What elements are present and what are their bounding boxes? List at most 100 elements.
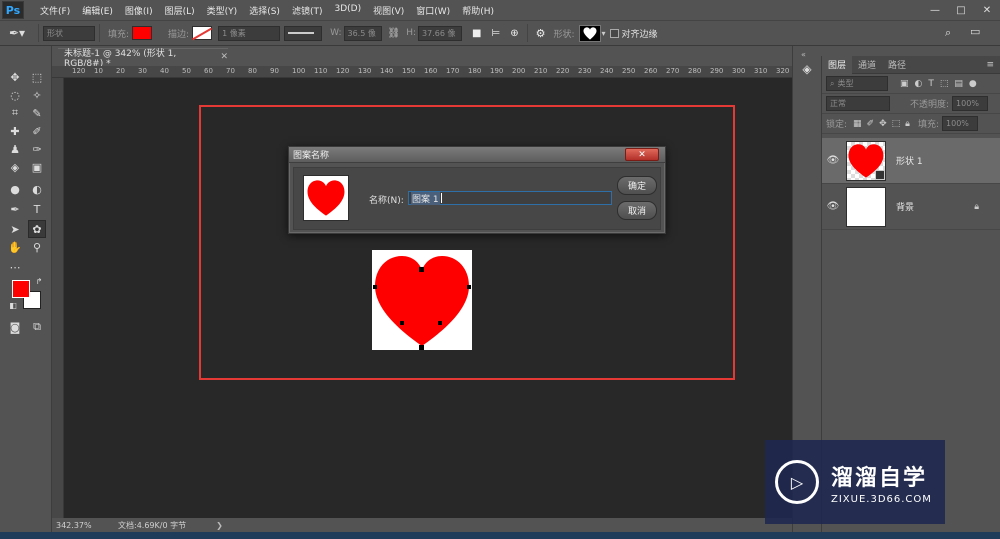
foreground-color-swatch[interactable]	[12, 280, 30, 298]
status-menu-arrow-icon[interactable]: ❯	[216, 521, 223, 530]
tab-channels[interactable]: 通道	[852, 56, 882, 74]
ruler-tick-label: 50	[182, 67, 191, 75]
menu-window[interactable]: 窗口(W)	[410, 4, 456, 17]
menu-3d[interactable]: 3D(D)	[328, 4, 367, 17]
filter-adjustment-icon[interactable]: ◐	[915, 79, 923, 89]
maximize-button[interactable]: □	[948, 5, 974, 16]
link-dimensions-icon[interactable]: ⛓	[388, 28, 401, 39]
path-selection-tool-icon[interactable]: ➤	[6, 220, 24, 238]
gear-icon[interactable]: ⚙	[536, 27, 546, 40]
hand-tool-icon[interactable]: ✋	[6, 238, 24, 256]
width-value: 36.5 像	[347, 28, 376, 38]
ruler-tick-label: 220	[556, 67, 570, 75]
marquee-tool-icon[interactable]: ⬚	[28, 68, 46, 86]
type-tool-icon[interactable]: T	[28, 200, 46, 218]
path-alignment-icon[interactable]: ⊨	[491, 28, 500, 39]
move-tool-icon[interactable]: ✥	[6, 68, 24, 86]
lasso-tool-icon[interactable]: ◌	[6, 86, 24, 104]
dialog-close-button[interactable]: ✕	[625, 148, 659, 161]
collapse-panels-icon[interactable]: «	[801, 50, 806, 59]
menu-view[interactable]: 视图(V)	[367, 4, 410, 17]
swap-colors-icon[interactable]: ↱	[34, 276, 44, 286]
close-window-button[interactable]: ✕	[974, 5, 1000, 16]
menu-type[interactable]: 类型(Y)	[201, 4, 244, 17]
lock-position-icon[interactable]: ✥	[879, 119, 887, 129]
horizontal-ruler[interactable]: 120 10 20 30 40 50 60 70 80 90 100 110 120 130 140 150 1…	[52, 66, 792, 78]
zoom-level[interactable]: 342.37%	[56, 521, 108, 530]
magic-wand-tool-icon[interactable]: ✧	[28, 86, 46, 104]
filter-type-icon[interactable]: T	[928, 79, 934, 89]
stroke-size-field[interactable]: 1 像素	[218, 25, 281, 41]
document-tab[interactable]: 未标题-1 @ 342% (形状 1, RGB/8#) * ✕	[58, 48, 228, 69]
menu-layer[interactable]: 图层(L)	[159, 4, 201, 17]
height-field[interactable]: 37.66 像	[418, 25, 463, 41]
healing-brush-tool-icon[interactable]: ✚	[6, 122, 24, 140]
zoom-tool-icon[interactable]: ⚲	[28, 238, 46, 256]
document-canvas[interactable]	[372, 250, 472, 350]
screen-mode-icon[interactable]: ⧉	[28, 318, 46, 336]
layer-row[interactable]: 👁︎ 形状 1	[822, 138, 1000, 184]
workspace-switcher-icon[interactable]: ▭	[970, 25, 980, 38]
menu-filter[interactable]: 滤镜(T)	[286, 4, 329, 17]
minimize-button[interactable]: —	[922, 5, 948, 16]
visibility-eye-icon[interactable]: 👁︎	[822, 201, 844, 212]
filter-toggle-icon[interactable]: ●	[969, 79, 977, 89]
blend-mode-select[interactable]: 正常	[826, 96, 890, 111]
stroke-color-swatch[interactable]	[192, 26, 213, 41]
layer-row[interactable]: 👁︎ 背景 🔒︎	[822, 184, 1000, 230]
menu-help[interactable]: 帮助(H)	[456, 4, 500, 17]
blur-tool-icon[interactable]: ●	[6, 180, 24, 198]
lock-artboard-icon[interactable]: ⬚	[892, 119, 901, 129]
eyedropper-tool-icon[interactable]: ✎	[28, 104, 46, 122]
menu-image[interactable]: 图像(I)	[119, 4, 159, 17]
path-operations-icon[interactable]: ■	[472, 28, 481, 39]
tab-layers[interactable]: 图层	[822, 55, 853, 74]
align-edges-checkbox[interactable]	[609, 28, 619, 38]
tab-paths[interactable]: 路径	[882, 56, 912, 74]
menu-file[interactable]: 文件(F)	[34, 4, 76, 17]
heart-shape[interactable]	[372, 250, 472, 350]
gradient-tool-icon[interactable]: ▣	[28, 158, 46, 176]
lock-row: 锁定: ▦ ✐ ✥ ⬚ 🔒︎ 填充: 100%	[822, 114, 1000, 134]
filter-shape-icon[interactable]: ⬚	[940, 79, 949, 89]
ok-button[interactable]: 确定	[617, 176, 657, 195]
brush-tool-icon[interactable]: ✐	[28, 122, 46, 140]
workspace-icon[interactable]: ⌕	[945, 26, 951, 40]
menu-select[interactable]: 选择(S)	[243, 4, 286, 17]
visibility-eye-icon[interactable]: 👁︎	[822, 155, 844, 166]
filter-smart-object-icon[interactable]: ▤	[954, 79, 963, 89]
lock-pixels-icon[interactable]: ✐	[867, 119, 875, 129]
cancel-button[interactable]: 取消	[617, 201, 657, 220]
custom-shape-picker[interactable]	[578, 24, 601, 42]
panel-menu-icon[interactable]: ≡	[986, 60, 994, 70]
crop-tool-icon[interactable]: ⌗	[6, 104, 24, 122]
lock-all-icon[interactable]: 🔒︎	[905, 119, 910, 129]
fill-color-swatch[interactable]	[132, 26, 153, 40]
pattern-name-input[interactable]: 图案 1	[408, 191, 612, 205]
shape-mode-select[interactable]: 形状	[43, 25, 95, 41]
path-arrangement-icon[interactable]: ⊕	[510, 28, 518, 39]
menu-edit[interactable]: 编辑(E)	[76, 4, 119, 17]
default-colors-icon[interactable]: ◧	[8, 300, 18, 310]
history-brush-tool-icon[interactable]: ✑	[28, 140, 46, 158]
dialog-title-bar[interactable]: 图案名称	[289, 147, 665, 163]
clone-stamp-tool-icon[interactable]: ♟	[6, 140, 24, 158]
opacity-field[interactable]: 100%	[952, 96, 989, 111]
more-tools-icon[interactable]: ⋯	[6, 258, 24, 276]
stroke-type-select[interactable]	[284, 25, 323, 41]
eraser-tool-icon[interactable]: ◈	[6, 158, 24, 176]
color-panel-icon[interactable]: ◈	[798, 62, 816, 80]
custom-shape-tool-icon[interactable]: ✿	[28, 220, 46, 238]
pen-tool-icon[interactable]: ✒	[6, 200, 24, 218]
lock-transparent-icon[interactable]: ▦	[853, 119, 862, 129]
quick-mask-icon[interactable]: ◙	[6, 318, 24, 336]
width-field[interactable]: 36.5 像	[343, 25, 382, 41]
vertical-ruler[interactable]	[52, 78, 64, 518]
fill-field[interactable]: 100%	[942, 116, 979, 131]
pen-tool-preset-icon[interactable]: ✒▾	[0, 26, 34, 40]
filter-pixel-icon[interactable]: ▣	[900, 79, 909, 89]
close-tab-icon[interactable]: ✕	[220, 52, 228, 62]
dodge-tool-icon[interactable]: ◐	[28, 180, 46, 198]
chevron-down-icon[interactable]: ▾	[602, 29, 606, 38]
layer-filter-select[interactable]: ⌕ 类型	[826, 76, 888, 91]
